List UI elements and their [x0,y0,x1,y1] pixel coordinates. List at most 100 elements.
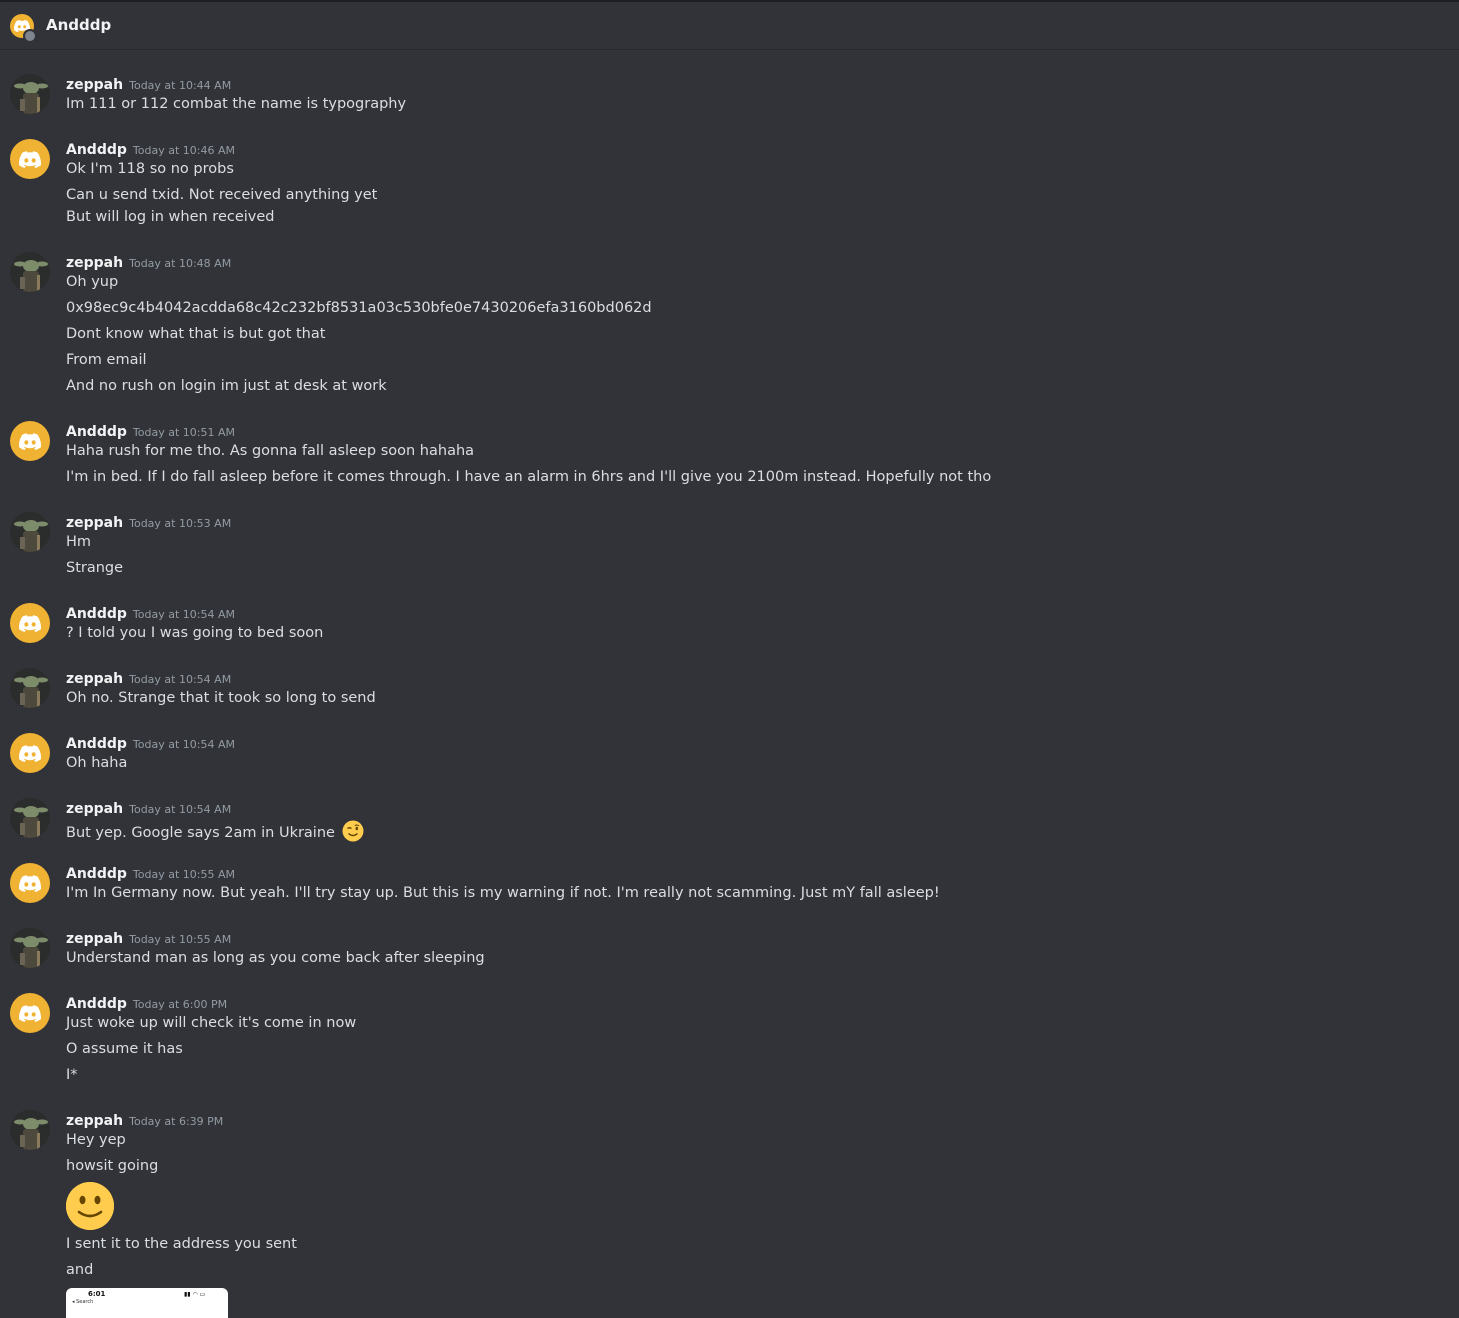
timestamp: Today at 10:54 AM [132,738,235,751]
message-text: howsit going [66,1158,159,1174]
message-header: Andddp Today at 10:55 AM [66,863,235,883]
username[interactable]: zeppah [66,515,123,531]
user-avatar-zeppah[interactable] [10,668,50,708]
yoda-avatar-icon [10,668,50,708]
user-avatar-zeppah[interactable] [10,798,50,838]
username[interactable]: zeppah [66,1113,123,1129]
username[interactable]: zeppah [66,801,123,817]
message-text: Understand man as long as you come back … [66,950,485,966]
message-header: zeppah Today at 10:53 AM [66,512,231,532]
discord-logo-icon [19,614,41,632]
message-header: zeppah Today at 6:39 PM [66,1110,223,1130]
message-header: Andddp Today at 10:54 AM [66,733,235,753]
message-text: Oh yup [66,274,119,290]
user-avatar-andddp[interactable] [10,733,50,773]
message-header: Andddp Today at 10:54 AM [66,603,235,623]
message-header: zeppah Today at 10:44 AM [66,74,231,94]
timestamp: Today at 10:54 AM [132,608,235,621]
message-text: Can u send txid. Not received anything y… [66,187,378,203]
message-text: Im 111 or 112 combat the name is typogra… [66,96,407,112]
message-header: zeppah Today at 10:54 AM [66,668,231,688]
attachment-back-text: ◂ Search [72,1299,94,1305]
yoda-avatar-icon [10,252,50,292]
username[interactable]: zeppah [66,255,123,271]
message-text: and [66,1262,94,1278]
user-avatar-zeppah[interactable] [10,1110,50,1150]
yoda-avatar-icon [10,74,50,114]
message-header: Andddp Today at 6:00 PM [66,993,227,1013]
discord-logo-icon [19,1004,41,1022]
message-text: Hey yep [66,1132,126,1148]
timestamp: Today at 6:39 PM [129,1115,224,1128]
username[interactable]: zeppah [66,931,123,947]
message-header: zeppah Today at 10:54 AM [66,798,231,818]
message-text: Haha rush for me tho. As gonna fall asle… [66,443,475,459]
message-header: zeppah Today at 10:55 AM [66,928,231,948]
offline-status-indicator [23,29,37,43]
timestamp: Today at 10:54 AM [129,803,232,816]
dm-header: Andddp [0,0,1459,50]
discord-logo-icon [19,874,41,892]
user-avatar-andddp[interactable] [10,993,50,1033]
user-avatar-zeppah[interactable] [10,74,50,114]
message-list: zeppah Today at 10:44 AM Im 111 or 112 co… [0,50,1459,1318]
message-text: Ok I'm 118 so no probs [66,161,234,177]
message-text: I sent it to the address you sent [66,1236,297,1252]
user-avatar-andddp[interactable] [10,139,50,179]
signal-battery-icon: ▮▮ ◠ ▭ [184,1291,206,1298]
username[interactable]: Andddp [66,142,127,158]
image-attachment[interactable]: 6:01 ◂ Search ▮▮ ◠ ▭ [66,1288,228,1318]
message-text: Just woke up will check it's come in now [66,1015,357,1031]
message-header: Andddp Today at 10:51 AM [66,421,235,441]
user-avatar-andddp[interactable] [10,421,50,461]
message-text: I'm In Germany now. But yeah. I'll try s… [66,885,940,901]
timestamp: Today at 6:00 PM [132,998,228,1011]
username[interactable]: zeppah [66,671,123,687]
discord-logo-icon [19,150,41,168]
username[interactable]: Andddp [66,866,127,882]
timestamp: Today at 10:54 AM [129,673,232,686]
yoda-avatar-icon [10,512,50,552]
attachment-clock-text: 6:01 [88,1290,106,1298]
username[interactable]: Andddp [66,736,127,752]
user-avatar-zeppah[interactable] [10,512,50,552]
dm-title[interactable]: Andddp [46,16,111,34]
timestamp: Today at 10:44 AM [129,79,232,92]
timestamp: Today at 10:46 AM [132,144,235,157]
message-text: Oh haha [66,755,128,771]
message-text: 0x98ec9c4b4042acdda68c42c232bf8531a03c53… [66,300,652,316]
message-text: And no rush on login im just at desk at … [66,378,387,394]
message-text: Strange [66,560,124,576]
message-text-content: But yep. Google says 2am in Ukraine [66,825,335,841]
user-avatar-andddp[interactable] [10,863,50,903]
message-text: Hm [66,534,92,550]
yoda-avatar-icon [10,798,50,838]
message-text: O assume it has [66,1041,183,1057]
discord-logo-icon [19,432,41,450]
timestamp: Today at 10:53 AM [129,517,232,530]
message-header: Andddp Today at 10:46 AM [66,139,235,159]
user-avatar-andddp[interactable] [10,603,50,643]
message-text: Dont know what that is but got that [66,326,326,342]
username[interactable]: Andddp [66,424,127,440]
winking-face-icon [342,820,364,842]
timestamp: Today at 10:55 AM [132,868,235,881]
message-text: ? I told you I was going to bed soon [66,625,324,641]
message-text: I* [66,1067,78,1083]
message-header: zeppah Today at 10:48 AM [66,252,231,272]
timestamp: Today at 10:48 AM [129,257,232,270]
username[interactable]: zeppah [66,77,123,93]
yoda-avatar-icon [10,1110,50,1150]
message-text: From email [66,352,147,368]
username[interactable]: Andddp [66,606,127,622]
user-avatar-zeppah[interactable] [10,252,50,292]
username[interactable]: Andddp [66,996,127,1012]
slightly-smiling-face-icon[interactable] [66,1182,114,1230]
yoda-avatar-icon [10,928,50,968]
timestamp: Today at 10:55 AM [129,933,232,946]
message-text: I'm in bed. If I do fall asleep before i… [66,469,992,485]
discord-logo-icon [19,744,41,762]
message-text: Oh no. Strange that it took so long to s… [66,690,376,706]
user-avatar-zeppah[interactable] [10,928,50,968]
timestamp: Today at 10:51 AM [132,426,235,439]
